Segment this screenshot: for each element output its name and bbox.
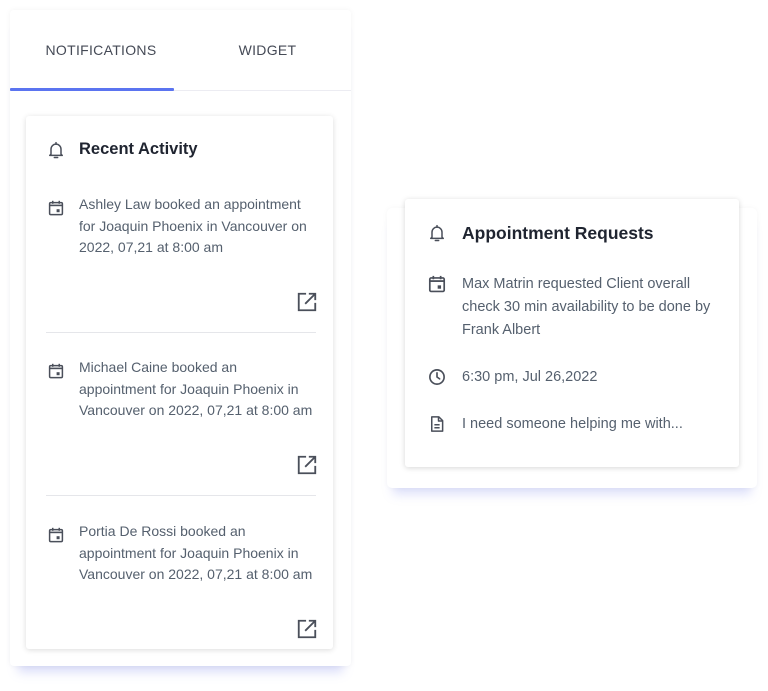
recent-activity-card: Recent Activity Ashley Law booked an app… xyxy=(26,116,333,649)
bell-icon xyxy=(49,141,63,159)
activity-item: Michael Caine booked an appointment for … xyxy=(46,359,318,522)
tab-notifications[interactable]: NOTIFICATIONS xyxy=(10,40,192,60)
clock-icon xyxy=(429,369,445,385)
calendar-icon xyxy=(48,200,64,216)
open-external-icon[interactable] xyxy=(296,454,318,476)
document-icon xyxy=(431,416,444,432)
open-external-icon[interactable] xyxy=(296,291,318,313)
activity-item: Portia De Rossi booked an appointment fo… xyxy=(46,523,318,686)
tab-bar: NOTIFICATIONS WIDGET xyxy=(10,10,351,91)
activity-text: Michael Caine booked an appointment for … xyxy=(79,359,313,419)
calendar-icon xyxy=(428,275,446,293)
bell-icon xyxy=(430,224,444,242)
divider xyxy=(46,495,316,496)
calendar-icon xyxy=(48,363,64,379)
active-tab-indicator xyxy=(10,88,174,91)
request-note-text: I need someone helping me with... xyxy=(462,416,683,432)
request-summary-text: Max Matrin requested Client overall chec… xyxy=(462,276,711,338)
activity-item: Ashley Law booked an appointment for Joa… xyxy=(46,196,318,359)
tab-widget[interactable]: WIDGET xyxy=(184,40,351,60)
notifications-panel: NOTIFICATIONS WIDGET Recent Activity Ash… xyxy=(10,10,351,666)
activity-text: Ashley Law booked an appointment for Joa… xyxy=(79,196,307,256)
appointment-requests-card[interactable]: Appointment Requests Max Matrin requeste… xyxy=(405,199,739,467)
request-time-text: 6:30 pm, Jul 26,2022 xyxy=(462,369,598,385)
appointment-requests-title: Appointment Requests xyxy=(462,223,654,243)
open-external-icon[interactable] xyxy=(296,618,318,640)
recent-activity-title: Recent Activity xyxy=(79,140,198,158)
calendar-icon xyxy=(48,527,64,543)
activity-text: Portia De Rossi booked an appointment fo… xyxy=(79,523,313,583)
divider xyxy=(46,332,316,333)
